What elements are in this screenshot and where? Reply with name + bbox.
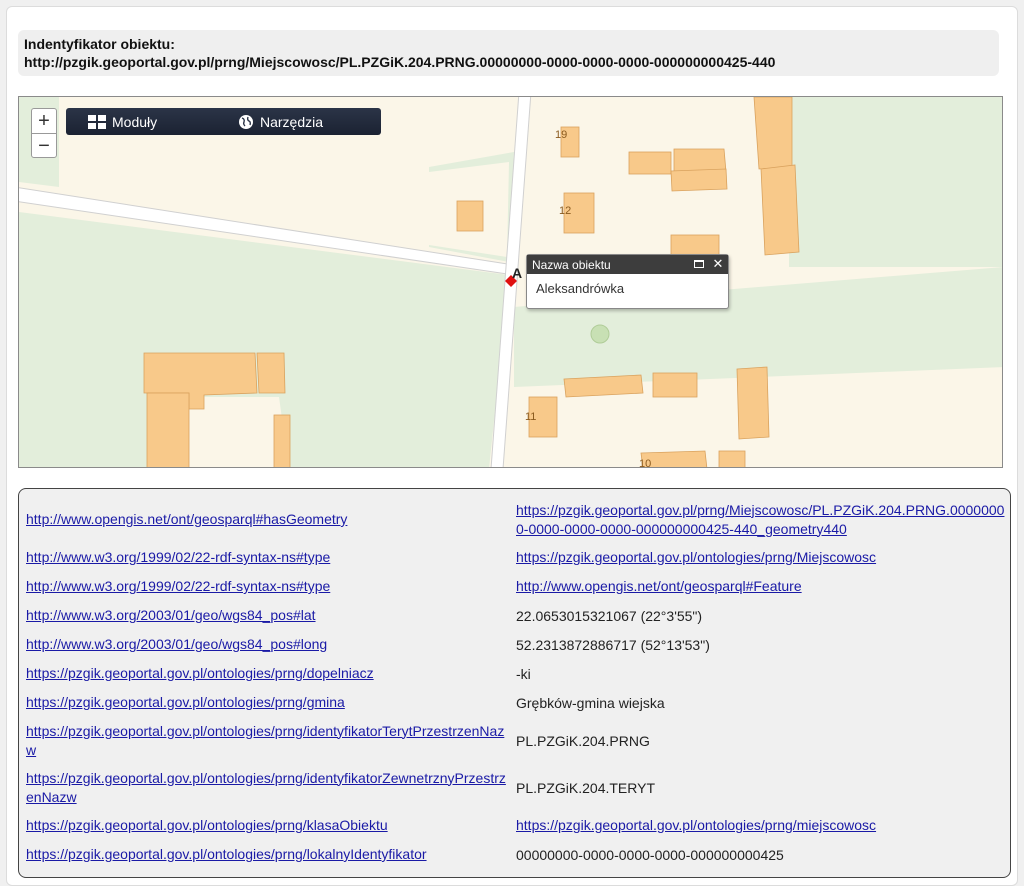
table-row: https://pzgik.geoportal.gov.pl/ontologie…	[26, 764, 1006, 811]
property-key-cell: https://pzgik.geoportal.gov.pl/ontologie…	[26, 764, 516, 811]
property-value-link[interactable]: http://www.opengis.net/ont/geosparql#Fea…	[516, 578, 802, 594]
grid-icon	[88, 114, 106, 129]
property-key-link[interactable]: https://pzgik.geoportal.gov.pl/ontologie…	[26, 694, 345, 710]
property-value-text: PL.PZGiK.204.PRNG	[516, 732, 650, 749]
property-value-text: PL.PZGiK.204.TERYT	[516, 779, 656, 796]
property-key-link[interactable]: http://www.w3.org/1999/02/22-rdf-syntax-…	[26, 578, 330, 594]
property-key-link[interactable]: https://pzgik.geoportal.gov.pl/ontologie…	[26, 846, 427, 862]
property-key-cell: https://pzgik.geoportal.gov.pl/ontologie…	[26, 840, 516, 869]
property-key-link[interactable]: http://www.w3.org/2003/01/geo/wgs84_pos#…	[26, 636, 327, 652]
close-icon[interactable]: ✕	[711, 256, 725, 272]
property-key-cell: https://pzgik.geoportal.gov.pl/ontologie…	[26, 659, 516, 688]
map-toolbar: Moduły Narzędzia	[66, 108, 381, 135]
table-row: http://www.opengis.net/ont/geosparql#has…	[26, 496, 1006, 543]
tools-label: Narzędzia	[260, 113, 324, 130]
property-value-cell: http://www.opengis.net/ont/geosparql#Fea…	[516, 572, 1006, 601]
property-key-cell: https://pzgik.geoportal.gov.pl/ontologie…	[26, 688, 516, 717]
table-row: http://www.w3.org/2003/01/geo/wgs84_pos#…	[26, 630, 1006, 659]
property-key-cell: http://www.opengis.net/ont/geosparql#has…	[26, 496, 516, 543]
property-key-cell: https://pzgik.geoportal.gov.pl/ontologie…	[26, 811, 516, 840]
maximize-icon[interactable]	[692, 256, 706, 272]
zoom-out-button[interactable]: −	[32, 133, 56, 157]
property-key-link[interactable]: https://pzgik.geoportal.gov.pl/ontologie…	[26, 665, 374, 681]
property-value-text: Grębków-gmina wiejska	[516, 694, 665, 711]
object-identifier-box: Indentyfikator obiektu: http://pzgik.geo…	[18, 30, 999, 76]
table-row: http://www.w3.org/1999/02/22-rdf-syntax-…	[26, 543, 1006, 572]
property-value-cell: Grębków-gmina wiejska	[516, 688, 1006, 717]
table-row: https://pzgik.geoportal.gov.pl/ontologie…	[26, 659, 1006, 688]
property-key-cell: http://www.w3.org/2003/01/geo/wgs84_pos#…	[26, 630, 516, 659]
property-key-cell: https://pzgik.geoportal.gov.pl/ontologie…	[26, 717, 516, 764]
tools-button[interactable]: Narzędzia	[238, 108, 323, 135]
property-value-text: -ki	[516, 665, 531, 682]
property-key-link[interactable]: https://pzgik.geoportal.gov.pl/ontologie…	[26, 817, 388, 833]
modules-button[interactable]: Moduły	[88, 108, 157, 135]
property-value-cell: https://pzgik.geoportal.gov.pl/ontologie…	[516, 543, 1006, 572]
identifier-uri: http://pzgik.geoportal.gov.pl/prng/Miejs…	[24, 54, 776, 70]
property-value-link[interactable]: https://pzgik.geoportal.gov.pl/ontologie…	[516, 549, 876, 565]
table-row: https://pzgik.geoportal.gov.pl/ontologie…	[26, 840, 1006, 869]
property-key-link[interactable]: http://www.opengis.net/ont/geosparql#has…	[26, 511, 347, 527]
table-row: http://www.w3.org/1999/02/22-rdf-syntax-…	[26, 572, 1006, 601]
table-row: http://www.w3.org/2003/01/geo/wgs84_pos#…	[26, 601, 1006, 630]
popup-title: Nazwa obiektu	[532, 257, 611, 272]
property-value-text: 22.0653015321067 (22°3'55")	[516, 607, 703, 624]
property-key-link[interactable]: http://www.w3.org/2003/01/geo/wgs84_pos#…	[26, 607, 316, 623]
property-key-link[interactable]: http://www.w3.org/1999/02/22-rdf-syntax-…	[26, 549, 330, 565]
property-value-cell: https://pzgik.geoportal.gov.pl/ontologie…	[516, 811, 1006, 840]
map-view[interactable]: 19 12 11 10 + − Moduły Narzędzia A Nazwa…	[18, 96, 1003, 468]
property-value-cell: 22.0653015321067 (22°3'55")	[516, 601, 1006, 630]
zoom-control: + −	[31, 108, 57, 158]
house-number: 12	[559, 205, 571, 217]
property-value-text: 52.2313872886717 (52°13'53")	[516, 636, 710, 653]
property-value-link[interactable]: https://pzgik.geoportal.gov.pl/ontologie…	[516, 817, 876, 833]
marker-label: A	[512, 265, 523, 281]
property-value-cell: 00000000-0000-0000-0000-000000000425	[516, 840, 1006, 869]
property-key-link[interactable]: https://pzgik.geoportal.gov.pl/ontologie…	[26, 770, 506, 805]
popup-content: Aleksandrówka	[536, 281, 625, 296]
properties-panel: http://www.opengis.net/ont/geosparql#has…	[18, 488, 1011, 878]
property-value-cell: https://pzgik.geoportal.gov.pl/prng/Miej…	[516, 496, 1006, 543]
property-value-cell: PL.PZGiK.204.PRNG	[516, 717, 1006, 764]
property-key-link[interactable]: https://pzgik.geoportal.gov.pl/ontologie…	[26, 723, 504, 758]
property-key-cell: http://www.w3.org/1999/02/22-rdf-syntax-…	[26, 543, 516, 572]
table-row: https://pzgik.geoportal.gov.pl/ontologie…	[26, 811, 1006, 840]
identifier-label: Indentyfikator obiektu:	[24, 36, 175, 52]
table-row: https://pzgik.geoportal.gov.pl/ontologie…	[26, 717, 1006, 764]
popup-header: Nazwa obiektu ✕	[527, 255, 728, 274]
property-value-link[interactable]: https://pzgik.geoportal.gov.pl/prng/Miej…	[516, 502, 1004, 537]
modules-label: Moduły	[112, 113, 158, 130]
house-number: 11	[525, 411, 536, 423]
table-row: https://pzgik.geoportal.gov.pl/ontologie…	[26, 688, 1006, 717]
property-value-cell: PL.PZGiK.204.TERYT	[516, 764, 1006, 811]
zoom-in-button[interactable]: +	[32, 109, 56, 133]
property-value-cell: -ki	[516, 659, 1006, 688]
property-value-cell: 52.2313872886717 (52°13'53")	[516, 630, 1006, 659]
property-value-text: 00000000-0000-0000-0000-000000000425	[516, 846, 784, 863]
object-name-popup: Nazwa obiektu ✕ Aleksandrówka	[526, 254, 729, 309]
property-key-cell: http://www.w3.org/1999/02/22-rdf-syntax-…	[26, 572, 516, 601]
house-number: 19	[555, 129, 567, 141]
globe-icon	[239, 114, 253, 129]
house-number: 10	[639, 458, 651, 468]
properties-table: http://www.opengis.net/ont/geosparql#has…	[26, 496, 1006, 869]
property-key-cell: http://www.w3.org/2003/01/geo/wgs84_pos#…	[26, 601, 516, 630]
